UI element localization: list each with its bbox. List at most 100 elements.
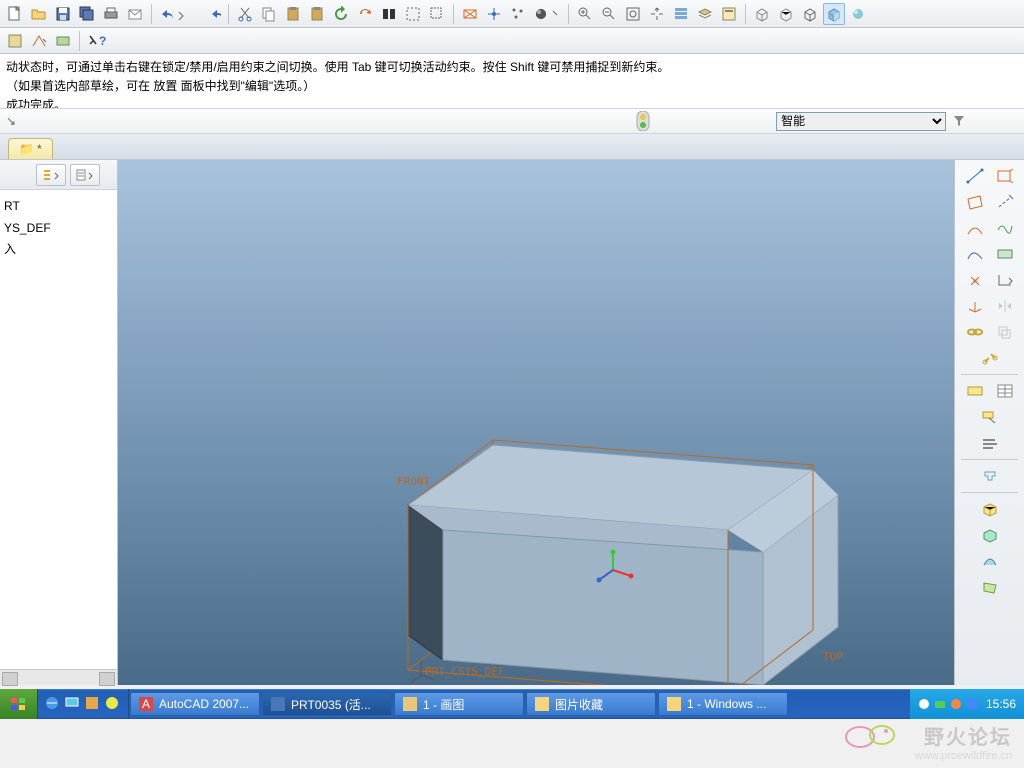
select-box-icon[interactable] [402,3,424,25]
view-mgr-icon[interactable] [718,3,740,25]
watermark: 野火论坛 www.proewildfire.cn [915,721,1012,762]
wireframe-icon[interactable] [751,3,773,25]
nohidden-icon[interactable] [799,3,821,25]
ie-icon[interactable] [44,695,62,713]
app-icon[interactable] [84,695,102,713]
app2-icon[interactable] [104,695,122,713]
tree-show-button[interactable] [70,164,100,186]
message-area: 动状态时，可通过单击右键在锁定/禁用/启用约束之间切换。使用 Tab 键可切换活… [0,54,1024,108]
extrude-icon[interactable] [976,497,1004,521]
regen-icon[interactable] [354,3,376,25]
revolve-icon[interactable] [976,523,1004,547]
plane-disp-icon[interactable] [459,3,481,25]
layers-icon[interactable] [694,3,716,25]
update-icon[interactable] [330,3,352,25]
paste-icon[interactable] [282,3,304,25]
tree-item[interactable]: 入 [4,239,113,261]
tree-settings-button[interactable] [36,164,66,186]
style-icon[interactable] [991,242,1019,266]
taskbar-app-proe[interactable]: PRT0035 (活... [262,692,392,716]
tool-a-icon[interactable] [4,30,26,52]
open-icon[interactable] [28,3,50,25]
help-icon[interactable]: ? [85,30,111,52]
butterfly-icon [842,717,902,757]
zoom-in-icon[interactable] [574,3,596,25]
filter-dropdown[interactable]: 智能 [776,110,970,132]
point-disp-icon[interactable] [507,3,529,25]
axis-disp-icon[interactable] [483,3,505,25]
new-icon[interactable] [4,3,26,25]
sketch-line-icon[interactable] [961,164,989,188]
tray-icon[interactable] [966,698,978,710]
taskbar-app-paint[interactable]: 1 - 画图 [394,692,524,716]
filter-select[interactable]: 智能 [776,112,946,131]
blend-icon[interactable] [976,575,1004,599]
plane-icon[interactable] [961,190,989,214]
tray-icon[interactable] [950,698,962,710]
arc-icon[interactable] [961,216,989,240]
find-icon[interactable] [378,3,400,25]
tray-icon[interactable] [934,698,946,710]
taskbar-app-autocad[interactable]: AAutoCAD 2007... [130,692,260,716]
copy-icon[interactable] [258,3,280,25]
filter-icon[interactable] [948,110,970,132]
toolbar-separator [568,4,569,24]
model-tree[interactable]: RT YS_DEF 入 [0,190,117,669]
taskbar-app-explorer[interactable]: 1 - Windows ... [658,692,788,716]
model-tree-panel: RT YS_DEF 入 [0,160,118,685]
save-icon[interactable] [52,3,74,25]
offset-icon[interactable] [991,320,1019,344]
curve-icon[interactable] [991,216,1019,240]
tool-c-icon[interactable] [52,30,74,52]
csys-disp-icon[interactable] [531,3,563,25]
axis-icon[interactable] [991,190,1019,214]
sweep-icon[interactable] [976,549,1004,573]
save-copy-icon[interactable] [76,3,98,25]
tree-item[interactable]: RT [4,196,113,218]
system-tray[interactable]: 15:56 [910,689,1024,719]
email-icon[interactable] [124,3,146,25]
paste-special-icon[interactable] [306,3,328,25]
coord-menu-icon[interactable] [991,268,1019,292]
taskbar-app-pictures[interactable]: 图片收藏 [526,692,656,716]
main-toolbar [0,0,1024,28]
datum-plane-icon[interactable] [991,164,1019,188]
zoom-fit-icon[interactable] [622,3,644,25]
mirror-icon[interactable] [991,294,1019,318]
select-icon[interactable] [426,3,448,25]
annot-icon[interactable] [961,379,989,403]
3d-viewport[interactable]: FRONT TOP PRT_CSYS_DEF [118,160,954,685]
tab-bar: 📁 * [0,134,1024,160]
cut-icon[interactable] [234,3,256,25]
print-icon[interactable] [100,3,122,25]
message-line: （如果首选内部草绘，可在 放置 面板中找到"编辑"选项。） [6,77,1018,96]
link-icon[interactable] [976,346,1004,370]
hole-icon[interactable] [976,464,1004,488]
refit-icon[interactable] [646,3,668,25]
toolbar-separator [151,4,152,24]
shaded-icon[interactable] [823,3,845,25]
hidden-icon[interactable] [775,3,797,25]
spline-icon[interactable] [961,242,989,266]
note-icon[interactable] [976,431,1004,455]
csys-icon[interactable] [961,294,989,318]
watermark-title: 野火论坛 [915,721,1012,750]
point-icon[interactable] [961,268,989,292]
table-icon[interactable] [991,379,1019,403]
leader-icon[interactable] [976,405,1004,429]
tool-b-icon[interactable] [28,30,50,52]
tab-active[interactable]: 📁 * [8,138,53,159]
start-button[interactable] [0,689,38,719]
enhance-icon[interactable] [847,3,869,25]
tree-item[interactable]: YS_DEF [4,218,113,240]
desktop-icon[interactable] [64,695,82,713]
chain-icon[interactable] [961,320,989,344]
toolbar-separator [745,4,746,24]
redo-icon[interactable] [191,3,223,25]
views-icon[interactable] [670,3,692,25]
zoom-out-icon[interactable] [598,3,620,25]
tray-icon[interactable] [918,698,930,710]
tree-scrollbar[interactable] [0,669,117,685]
toolbar-separator [228,4,229,24]
undo-icon[interactable] [157,3,189,25]
